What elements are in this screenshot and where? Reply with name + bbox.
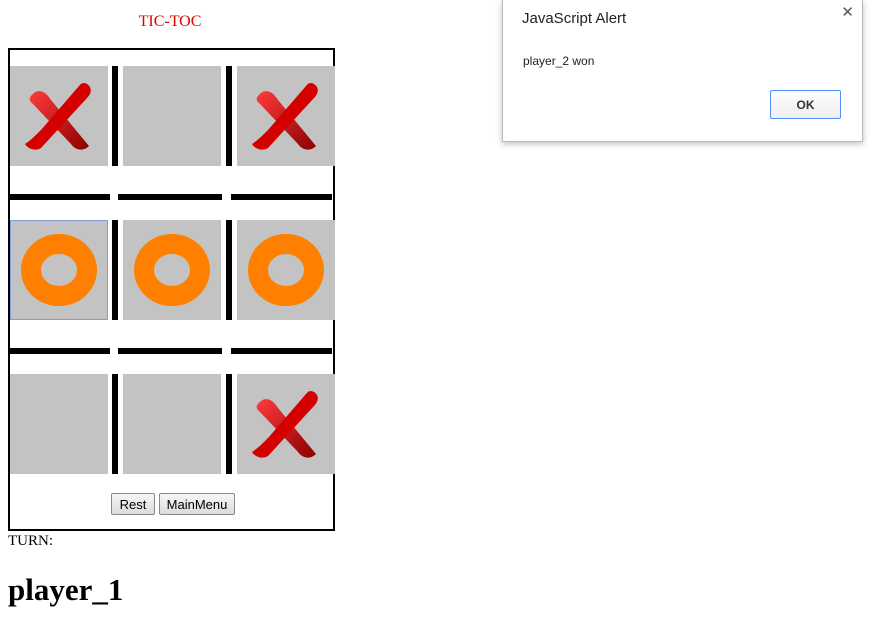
board-cell[interactable] <box>10 220 108 320</box>
alert-message: player_2 won <box>523 54 595 68</box>
x-mark-icon <box>244 74 328 158</box>
board-cell[interactable] <box>10 374 108 474</box>
grid-line <box>118 194 222 200</box>
main-menu-button[interactable]: MainMenu <box>159 493 235 515</box>
board-cell[interactable] <box>123 66 221 166</box>
ok-button[interactable]: OK <box>770 90 841 119</box>
board-cell[interactable] <box>123 220 221 320</box>
grid-line <box>10 194 110 200</box>
o-mark-icon <box>132 232 212 308</box>
alert-title: JavaScript Alert <box>522 10 627 27</box>
current-player: player_1 <box>8 572 124 607</box>
close-icon[interactable]: ✕ <box>841 3 854 21</box>
grid-line <box>118 348 222 354</box>
game-board <box>8 48 335 531</box>
reset-button[interactable]: Rest <box>111 493 155 515</box>
grid-line <box>112 374 118 474</box>
board-cell[interactable] <box>10 66 108 166</box>
x-mark-icon <box>17 74 101 158</box>
game-title: TIC-TOC <box>138 13 202 30</box>
javascript-alert-dialog: JavaScript Alert ✕ player_2 won OK <box>502 0 863 142</box>
grid-line <box>226 66 232 166</box>
board-cell[interactable] <box>237 220 335 320</box>
board-cell[interactable] <box>123 374 221 474</box>
x-mark-icon <box>244 382 328 466</box>
grid-line <box>231 348 332 354</box>
grid-line <box>226 374 232 474</box>
grid-line <box>112 66 118 166</box>
grid-line <box>226 220 232 320</box>
board-cell[interactable] <box>237 374 335 474</box>
grid-line <box>231 194 332 200</box>
board-cell[interactable] <box>237 66 335 166</box>
turn-label: TURN: <box>8 533 53 549</box>
o-mark-icon <box>19 232 99 308</box>
grid-line <box>10 348 110 354</box>
o-mark-icon <box>246 232 326 308</box>
grid-line <box>112 220 118 320</box>
